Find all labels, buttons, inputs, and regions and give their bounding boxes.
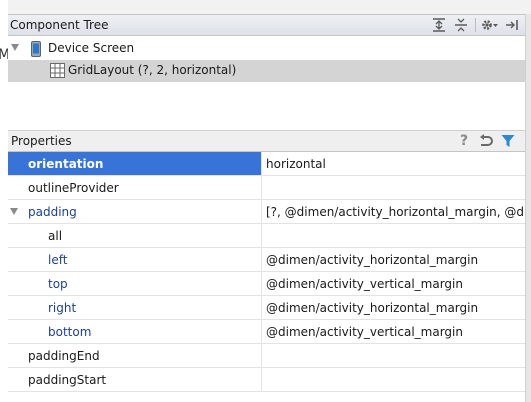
- component-tree: Device Screen GridLayout (?, 2, horizont…: [8, 36, 525, 136]
- property-value-cell[interactable]: [262, 344, 525, 367]
- device-icon: [30, 41, 42, 60]
- property-name-cell[interactable]: orientation: [8, 152, 262, 175]
- window-top-strip: [0, 0, 531, 14]
- property-name-cell[interactable]: paddingStart: [8, 368, 262, 391]
- expand-arrow-icon[interactable]: [11, 44, 19, 51]
- property-row-padding[interactable]: padding [?, @dimen/activity_horizontal_m…: [8, 200, 525, 224]
- property-value-cell[interactable]: @dimen/activity_horizontal_margin: [262, 296, 525, 319]
- property-name-cell[interactable]: outlineProvider: [8, 176, 262, 199]
- property-value: @dimen/activity_vertical_margin: [266, 277, 463, 291]
- properties-title: Properties: [11, 134, 72, 148]
- property-value-cell[interactable]: @dimen/activity_vertical_margin: [262, 320, 525, 343]
- tree-node-label: GridLayout (?, 2, horizontal): [68, 63, 237, 77]
- tree-node-label: Device Screen: [48, 41, 135, 55]
- property-name-cell[interactable]: right: [8, 296, 262, 319]
- tree-node-device-screen[interactable]: Device Screen: [8, 38, 525, 60]
- property-value-cell[interactable]: [262, 176, 525, 199]
- gear-icon[interactable]: [479, 17, 501, 33]
- expand-all-icon[interactable]: [428, 17, 450, 33]
- toolbar-separator: [475, 18, 476, 32]
- property-name-cell[interactable]: padding: [8, 200, 262, 223]
- collapse-all-icon[interactable]: [450, 17, 472, 33]
- restore-icon[interactable]: [475, 133, 497, 149]
- property-row-paddingend[interactable]: paddingEnd: [8, 344, 525, 368]
- property-value-cell[interactable]: [262, 368, 525, 391]
- property-name-cell[interactable]: bottom: [8, 320, 262, 343]
- property-value-cell[interactable]: [?, @dimen/activity_horizontal_margin, @…: [262, 200, 525, 223]
- property-name: all: [48, 229, 63, 243]
- property-value-cell[interactable]: horizontal: [262, 152, 525, 175]
- properties-panel: Properties ? orientation horizontal outl…: [8, 130, 525, 402]
- component-tree-header: Component Tree: [8, 14, 525, 36]
- property-name-cell[interactable]: paddingEnd: [8, 344, 262, 367]
- property-name-cell[interactable]: left: [8, 248, 262, 271]
- grid-layout-icon: [50, 63, 65, 81]
- property-name-cell[interactable]: all: [8, 224, 262, 247]
- property-row-padding-top[interactable]: top @dimen/activity_vertical_margin: [8, 272, 525, 296]
- component-tree-panel: Component Tree Device Screen GridLayout …: [8, 14, 525, 136]
- designer-canvas-edge: M: [0, 0, 10, 402]
- property-row-padding-bottom[interactable]: bottom @dimen/activity_vertical_margin: [8, 320, 525, 344]
- scrollbar[interactable]: [525, 14, 531, 402]
- property-value-cell[interactable]: [262, 224, 525, 247]
- property-name: paddingEnd: [28, 349, 100, 363]
- properties-header: Properties ?: [8, 130, 525, 152]
- property-value: @dimen/activity_vertical_margin: [266, 325, 463, 339]
- property-name-cell[interactable]: top: [8, 272, 262, 295]
- property-name: bottom: [48, 325, 92, 339]
- property-name: outlineProvider: [28, 181, 119, 195]
- property-row-outlineprovider[interactable]: outlineProvider: [8, 176, 525, 200]
- property-row-padding-left[interactable]: left @dimen/activity_horizontal_margin: [8, 248, 525, 272]
- property-name: top: [48, 277, 68, 291]
- component-tree-title: Component Tree: [10, 18, 109, 32]
- hide-panel-icon[interactable]: [501, 17, 523, 33]
- property-row-padding-all[interactable]: all: [8, 224, 525, 248]
- property-value: @dimen/activity_horizontal_margin: [266, 253, 479, 267]
- property-row-padding-right[interactable]: right @dimen/activity_horizontal_margin: [8, 296, 525, 320]
- property-value: horizontal: [266, 157, 326, 171]
- property-value-cell[interactable]: @dimen/activity_horizontal_margin: [262, 248, 525, 271]
- property-row-paddingstart[interactable]: paddingStart: [8, 368, 525, 392]
- property-row-orientation[interactable]: orientation horizontal: [8, 152, 525, 176]
- collapse-arrow-icon[interactable]: [10, 208, 18, 215]
- filter-icon[interactable]: [497, 133, 519, 149]
- property-value: @dimen/activity_horizontal_margin: [266, 301, 479, 315]
- property-table: orientation horizontal outlineProvider p…: [8, 152, 525, 402]
- property-name: paddingStart: [28, 373, 107, 387]
- property-value-cell[interactable]: @dimen/activity_vertical_margin: [262, 272, 525, 295]
- property-name: right: [48, 301, 77, 315]
- property-value: [?, @dimen/activity_horizontal_margin, @…: [266, 205, 525, 219]
- property-name: padding: [28, 205, 77, 219]
- property-name: orientation: [28, 157, 104, 171]
- help-icon[interactable]: ?: [453, 133, 475, 149]
- property-name: left: [48, 253, 68, 267]
- tree-node-gridlayout[interactable]: GridLayout (?, 2, horizontal): [8, 60, 525, 82]
